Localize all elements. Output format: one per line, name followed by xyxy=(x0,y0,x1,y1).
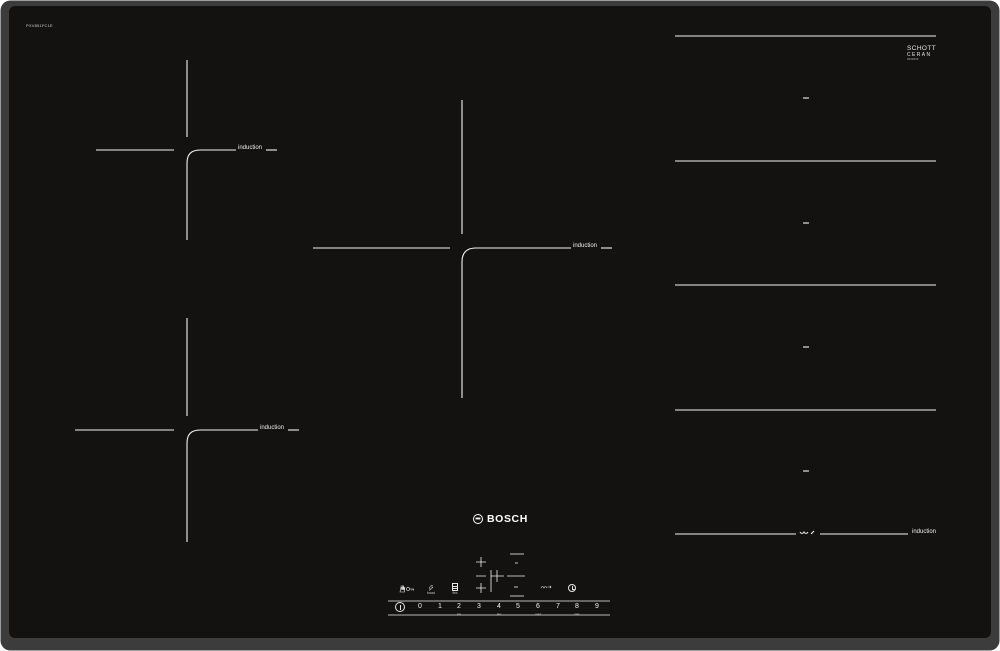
cooktop: PXV851FC1E SCHOTT CERAN 0000000 inductio… xyxy=(0,0,1000,651)
power-level-5[interactable]: 5 xyxy=(510,603,526,610)
power-level-8[interactable]: 8 xyxy=(569,603,585,610)
power-level-2[interactable]: 2 xyxy=(451,603,467,610)
power-level-7[interactable]: 7 xyxy=(550,603,566,610)
bosch-logo: BOSCH xyxy=(473,512,528,526)
power-level-3[interactable]: 3 xyxy=(471,603,487,610)
brand-name: BOSCH xyxy=(487,513,528,525)
power-level-0[interactable]: 0 xyxy=(412,603,428,610)
boost-label: boost xyxy=(427,591,435,595)
timer-icon[interactable] xyxy=(568,584,576,592)
power-sublabel-8: max xyxy=(574,612,580,616)
model-code: PXV851FC1E xyxy=(26,23,53,28)
front-left-zone-label: induction xyxy=(260,425,285,431)
power-sublabel-6: med xyxy=(535,612,541,616)
power-level-9[interactable]: 9 xyxy=(589,603,605,610)
power-level-6[interactable]: 6 xyxy=(530,603,546,610)
cooktop-surface xyxy=(0,0,1000,651)
center-zone-label: induction xyxy=(573,243,598,249)
flex-zone-icon[interactable] xyxy=(452,583,458,591)
rear-left-zone-label: induction xyxy=(238,145,263,151)
power-sublabel-4: dec xyxy=(496,612,502,616)
glass-surface xyxy=(9,6,991,638)
schott-ceran-logo: SCHOTT CERAN 0000000 xyxy=(907,45,937,68)
move-icon[interactable] xyxy=(540,584,552,590)
logo-line3: 0000000 xyxy=(907,57,919,61)
flex-zone-label: induction xyxy=(912,529,937,535)
power-sublabel-2: sim xyxy=(456,612,462,616)
flex-label: flex xyxy=(452,591,458,595)
hand-key-icon[interactable] xyxy=(399,584,415,593)
bosch-mark-icon xyxy=(473,514,483,524)
power-level-4[interactable]: 4 xyxy=(491,603,507,610)
power-level-1[interactable]: 1 xyxy=(432,603,448,610)
power-icon[interactable] xyxy=(395,602,405,612)
